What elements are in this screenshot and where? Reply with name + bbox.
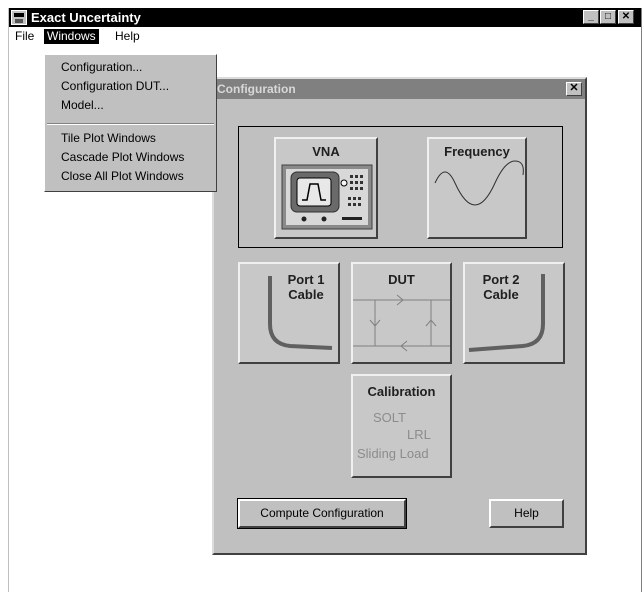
menu-item-close-all-plot-windows[interactable]: Close All Plot Windows [61,169,184,184]
menu-separator [47,123,214,125]
compute-configuration-button[interactable]: Compute Configuration [238,499,406,528]
configuration-dialog: Configuration ✕ VNA Frequency Port 1 Cab… [212,77,587,555]
dialog-title-bar[interactable]: Configuration ✕ [214,79,585,99]
menu-windows[interactable]: Windows [44,29,99,44]
frequency-tile[interactable]: Frequency [427,137,527,239]
menu-item-configuration[interactable]: Configuration... [61,60,142,75]
cable-icon [468,274,545,352]
calibration-tile[interactable]: Calibration SOLT LRL Sliding Load [351,374,452,478]
vna-tile[interactable]: VNA [274,137,378,239]
help-button[interactable]: Help [489,499,564,528]
title-bar[interactable]: Exact Uncertainty _ □ ✕ [9,8,641,27]
menu-item-model[interactable]: Model... [61,98,104,113]
calibration-label: Calibration [367,384,436,399]
cable-icon [268,276,333,350]
dialog-close-button[interactable]: ✕ [566,82,582,96]
close-button[interactable]: ✕ [618,10,634,24]
minimize-button[interactable]: _ [583,10,599,24]
maximize-button[interactable]: □ [600,10,616,24]
menu-bar: File Windows Help [9,27,641,46]
menu-file[interactable]: File [12,29,37,44]
app-icon[interactable] [11,10,27,25]
menu-item-tile-plot-windows[interactable]: Tile Plot Windows [61,131,156,146]
sine-wave-icon [434,160,524,206]
dut-tile[interactable]: DUT [351,262,452,364]
cal-method-solt: SOLT [373,410,406,425]
windows-dropdown: Configuration... Configuration DUT... Mo… [44,54,217,192]
dialog-title: Configuration [217,82,296,96]
menu-help[interactable]: Help [112,29,143,44]
cal-method-sliding-load: Sliding Load [357,446,429,461]
port1-cable-tile[interactable]: Port 1 Cable [238,262,340,364]
window-title: Exact Uncertainty [31,10,141,25]
vna-instrument-icon [281,164,373,230]
instrument-group: VNA Frequency [238,126,563,248]
menu-item-cascade-plot-windows[interactable]: Cascade Plot Windows [61,150,184,165]
dut-signal-flow-icon [353,294,450,352]
menu-item-configuration-dut[interactable]: Configuration DUT... [61,79,169,94]
cal-method-lrl: LRL [407,427,431,442]
port2-cable-tile[interactable]: Port 2 Cable [463,262,565,364]
